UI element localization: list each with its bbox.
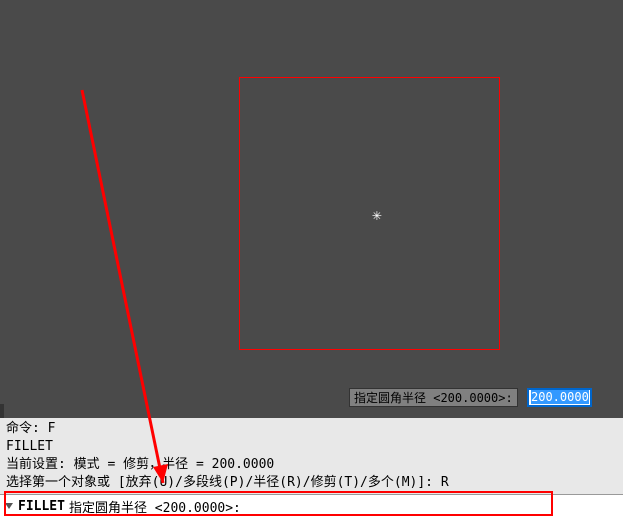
command-history: 命令: F FILLET 当前设置: 模式 = 修剪，半径 = 200.0000… [0,418,623,494]
history-line: 命令: F [6,421,55,436]
rectangle-object[interactable] [239,77,500,350]
dynamic-input[interactable]: 200.0000 [527,388,592,407]
command-prompt-text: 指定圆角半径 <200.0000>: [69,497,241,516]
history-line: 当前设置: 模式 = 修剪，半径 = 200.0000 [6,457,274,472]
dynamic-prompt-label: 指定圆角半径 <200.0000>: [349,388,518,407]
cursor-crosshair: ✳ [372,209,382,221]
history-line: FILLET [6,439,53,454]
history-line: 选择第一个对象或 [放弃(U)/多段线(P)/半径(R)/修剪(T)/多个(M)… [6,475,449,490]
command-name-label: FILLET [18,499,65,514]
command-input-bar[interactable]: FILLET 指定圆角半径 <200.0000>: [0,494,623,517]
chevron-down-icon[interactable] [4,501,14,511]
drawing-canvas[interactable]: ✳ 指定圆角半径 <200.0000>: 200.0000 [0,0,623,404]
